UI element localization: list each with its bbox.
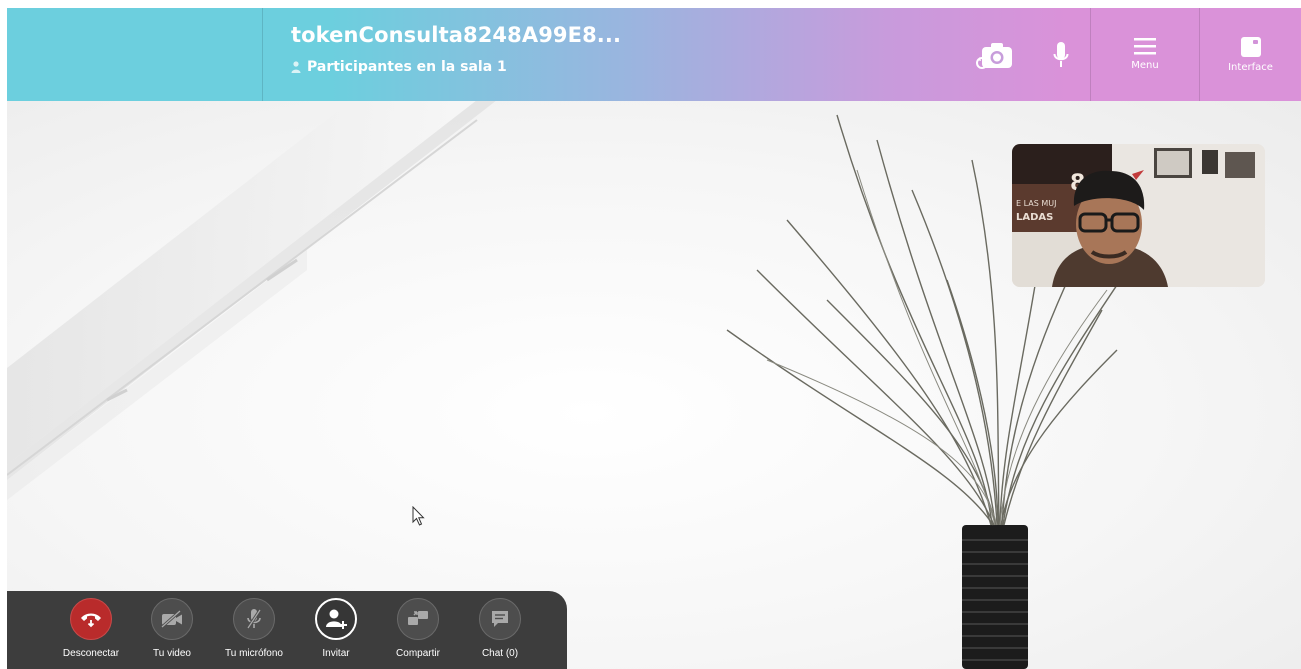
video-toggle-circle: [151, 598, 193, 640]
share-screen-label: Compartir: [396, 648, 440, 659]
microphone-toggle-label: Tu micrófono: [225, 648, 283, 659]
chat-bubble-icon: [492, 611, 508, 627]
share-screen-circle: [397, 598, 439, 640]
header-bar: tokenConsulta8248A99E8... Participantes …: [7, 8, 1301, 101]
menu-label: Menu: [1131, 60, 1159, 71]
screen-share-icon: [408, 611, 428, 625]
chat-button[interactable]: Chat (0): [460, 598, 540, 669]
person-icon: [291, 61, 301, 73]
self-view-frame: 8 E LAS MUJ LADAS: [1012, 144, 1265, 287]
invite-circle: [315, 598, 357, 640]
participants-label: Participantes en la sala 1: [307, 59, 507, 75]
share-screen-button[interactable]: Compartir: [378, 598, 458, 669]
disconnect-label: Desconectar: [62, 648, 120, 659]
microphone-toggle-button[interactable]: Tu micrófono: [214, 598, 294, 669]
switch-camera-button[interactable]: [962, 8, 1028, 101]
interface-label: Interface: [1228, 61, 1273, 73]
microphone-icon: [1053, 41, 1069, 67]
camera-switch-icon: [976, 42, 1012, 69]
add-user-icon: [326, 609, 347, 629]
logo-area: [7, 8, 263, 101]
room-title: tokenConsulta8248A99E8...: [291, 23, 622, 47]
svg-text:LADAS: LADAS: [1016, 212, 1053, 223]
disconnect-circle: [70, 598, 112, 640]
self-view-video[interactable]: 8 E LAS MUJ LADAS: [1012, 144, 1265, 287]
invite-button[interactable]: Invitar: [296, 598, 376, 669]
video-off-icon: [161, 610, 182, 628]
hang-up-icon: [81, 613, 101, 628]
disconnect-button[interactable]: Desconectar: [51, 598, 131, 669]
microphone-toggle-circle: [233, 598, 275, 640]
invite-label: Invitar: [322, 648, 350, 659]
hamburger-menu-icon: [1134, 38, 1156, 55]
participants-count: Participantes en la sala 1: [291, 57, 507, 77]
interface-panel-icon: [1240, 36, 1261, 57]
header-microphone-button[interactable]: [1032, 8, 1090, 101]
call-controls-dock: Desconectar Tu video Tu micrófono Invita…: [7, 591, 567, 669]
microphone-off-icon: [246, 609, 262, 629]
chat-circle: [479, 598, 521, 640]
svg-text:E LAS MUJ: E LAS MUJ: [1016, 199, 1056, 208]
interface-button[interactable]: Interface: [1199, 8, 1301, 101]
video-toggle-button[interactable]: Tu video: [132, 598, 212, 669]
menu-button[interactable]: Menu: [1090, 8, 1199, 101]
mouse-cursor-icon: [412, 506, 425, 526]
video-toggle-label: Tu video: [153, 648, 191, 659]
chat-label: Chat (0): [481, 648, 519, 659]
